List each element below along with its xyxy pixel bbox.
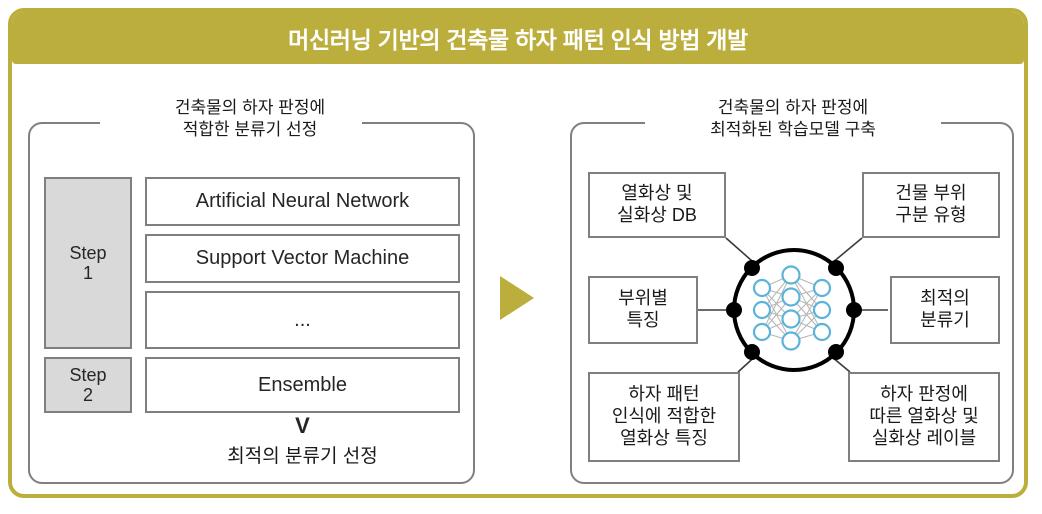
hub-node-line: 열화상 및 (621, 183, 693, 204)
hub-node-top-right[interactable]: 건물 부위 구분 유형 (862, 172, 1000, 238)
triangle-right-icon (500, 276, 534, 320)
classifier-item[interactable]: Ensemble (145, 357, 460, 413)
hub-node-line: 열화상 특징 (620, 427, 708, 448)
diagram-root: 머신러닝 기반의 건축물 하자 패턴 인식 방법 개발 건축물의 하자 판정에 … (0, 0, 1042, 514)
left-panel-conclusion: 최적의 분류기 선정 (227, 446, 378, 467)
chevron-down-icon: V (295, 413, 310, 438)
hub-node-line: 분류기 (920, 310, 970, 330)
hub-node-line: 실화상 DB (617, 205, 697, 225)
hub-node-top-left[interactable]: 열화상 및 실화상 DB (588, 172, 726, 238)
left-caption-line-1: 건축물의 하자 판정에 (174, 98, 326, 117)
hub-node-middle-left[interactable]: 부위별 특징 (588, 276, 698, 344)
classifier-item[interactable]: Artificial Neural Network (145, 177, 460, 226)
hub-node-line: 최적의 (920, 288, 970, 309)
title-bar: 머신러닝 기반의 건축물 하자 패턴 인식 방법 개발 (12, 12, 1024, 64)
hub-node-line: 특징 (626, 310, 660, 330)
hub-node-bottom-right[interactable]: 하자 판정에 따른 열화상 및 실화상 레이블 (848, 372, 1000, 462)
step-2-label: Step (69, 364, 107, 385)
classifier-item[interactable]: Support Vector Machine (145, 234, 460, 283)
hub-node-line: 구분 유형 (895, 205, 967, 225)
hub-node-line: 부위별 (618, 288, 668, 309)
classifier-item[interactable]: ... (145, 291, 460, 349)
hub-node-line: 실화상 레이블 (871, 427, 977, 448)
right-caption-line-1: 건축물의 하자 판정에 (717, 98, 869, 117)
step-1-box: Step 1 (44, 177, 132, 349)
step-1-number: 1 (82, 263, 93, 283)
left-caption-line-2: 적합한 분류기 선정 (182, 119, 318, 139)
hub-node-line: 따른 열화상 및 (869, 406, 979, 427)
step-2-box: Step 2 (44, 357, 132, 413)
hub-node-line: 인식에 적합한 (611, 406, 717, 427)
left-panel-caption: 건축물의 하자 판정에 적합한 분류기 선정 (120, 97, 380, 141)
hub-node-middle-right[interactable]: 최적의 분류기 (890, 276, 1000, 344)
hub-node-line: 하자 패턴 (628, 384, 700, 405)
step-2-number: 2 (82, 385, 93, 405)
hub-node-bottom-left[interactable]: 하자 패턴 인식에 적합한 열화상 특징 (588, 372, 740, 462)
hub-node-line: 하자 판정에 (880, 384, 968, 405)
hub-node-line: 건물 부위 (895, 183, 967, 204)
page-title: 머신러닝 기반의 건축물 하자 패턴 인식 방법 개발 (288, 27, 748, 53)
step-1-label: Step (69, 242, 107, 263)
